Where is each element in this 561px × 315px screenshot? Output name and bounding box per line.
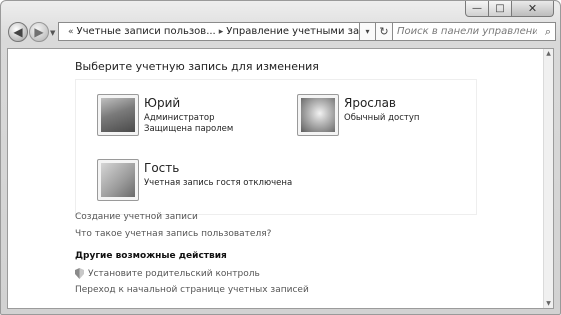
breadcrumb-user-accounts[interactable]: Учетные записи пользов... bbox=[77, 26, 216, 37]
account-tile-guest[interactable]: Гость Учетная запись гостя отключена bbox=[81, 153, 292, 211]
breadcrumb-overflow-icon[interactable]: « bbox=[68, 27, 74, 37]
other-actions-title: Другие возможные действия bbox=[75, 251, 227, 261]
account-picture-frame bbox=[297, 94, 339, 136]
account-role: Администратор bbox=[144, 113, 215, 123]
shield-icon bbox=[75, 268, 84, 279]
search-icon[interactable]: ⌕ bbox=[545, 25, 551, 39]
breadcrumb-separator-icon: ▸ bbox=[218, 26, 224, 37]
navigation-bar: ◀ ▶ ▼ « Учетные записи пользов... ▸ Упра… bbox=[1, 19, 560, 47]
refresh-button[interactable]: ↻ bbox=[376, 22, 393, 41]
caption-buttons: — □ ✕ bbox=[465, 1, 554, 17]
chess-picture bbox=[101, 98, 135, 132]
maximize-button[interactable]: □ bbox=[489, 1, 512, 17]
account-name: Юрий bbox=[144, 96, 181, 110]
account-password-status: Защищена паролем bbox=[144, 124, 234, 134]
scroll-down-icon[interactable]: ▼ bbox=[544, 299, 553, 308]
flower-picture bbox=[301, 98, 335, 132]
content-area: Выберите учетную запись для изменения Юр… bbox=[7, 48, 554, 309]
page-title: Выберите учетную запись для изменения bbox=[75, 60, 319, 73]
back-button[interactable]: ◀ bbox=[8, 22, 28, 42]
accounts-home-link[interactable]: Переход к начальной странице учетных зап… bbox=[75, 285, 309, 295]
scroll-up-icon[interactable]: ▲ bbox=[544, 49, 553, 58]
account-tile-yaroslav[interactable]: Ярослав Обычный доступ bbox=[281, 88, 461, 146]
vertical-scrollbar[interactable]: ▲ ▼ bbox=[543, 49, 553, 308]
what-is-account-link[interactable]: Что такое учетная запись пользователя? bbox=[75, 229, 271, 239]
account-status: Учетная запись гостя отключена bbox=[144, 178, 293, 188]
account-picture-frame bbox=[97, 159, 139, 201]
search-box[interactable]: ⌕ bbox=[392, 22, 556, 41]
control-panel-window: — □ ✕ ◀ ▶ ▼ « Учетные записи пользов... … bbox=[0, 0, 561, 315]
close-button[interactable]: ✕ bbox=[512, 1, 554, 17]
recent-pages-dropdown[interactable]: ▼ bbox=[50, 29, 55, 37]
accounts-panel: Юрий Администратор Защищена паролем Ярос… bbox=[75, 79, 477, 215]
minimize-button[interactable]: — bbox=[465, 1, 489, 17]
guest-picture bbox=[101, 163, 135, 197]
account-tile-yuri[interactable]: Юрий Администратор Защищена паролем bbox=[81, 88, 261, 146]
parental-control-link[interactable]: Установите родительский контроль bbox=[88, 269, 260, 279]
account-picture-frame bbox=[97, 94, 139, 136]
address-bar[interactable]: « Учетные записи пользов... ▸ Управление… bbox=[58, 22, 398, 41]
account-name: Гость bbox=[144, 161, 180, 175]
account-name: Ярослав bbox=[344, 96, 396, 110]
address-dropdown-button[interactable]: ▾ bbox=[360, 22, 376, 41]
forward-button[interactable]: ▶ bbox=[29, 22, 49, 42]
account-role: Обычный доступ bbox=[344, 113, 420, 123]
search-input[interactable] bbox=[397, 26, 537, 37]
create-account-link[interactable]: Создание учетной записи bbox=[75, 212, 198, 222]
